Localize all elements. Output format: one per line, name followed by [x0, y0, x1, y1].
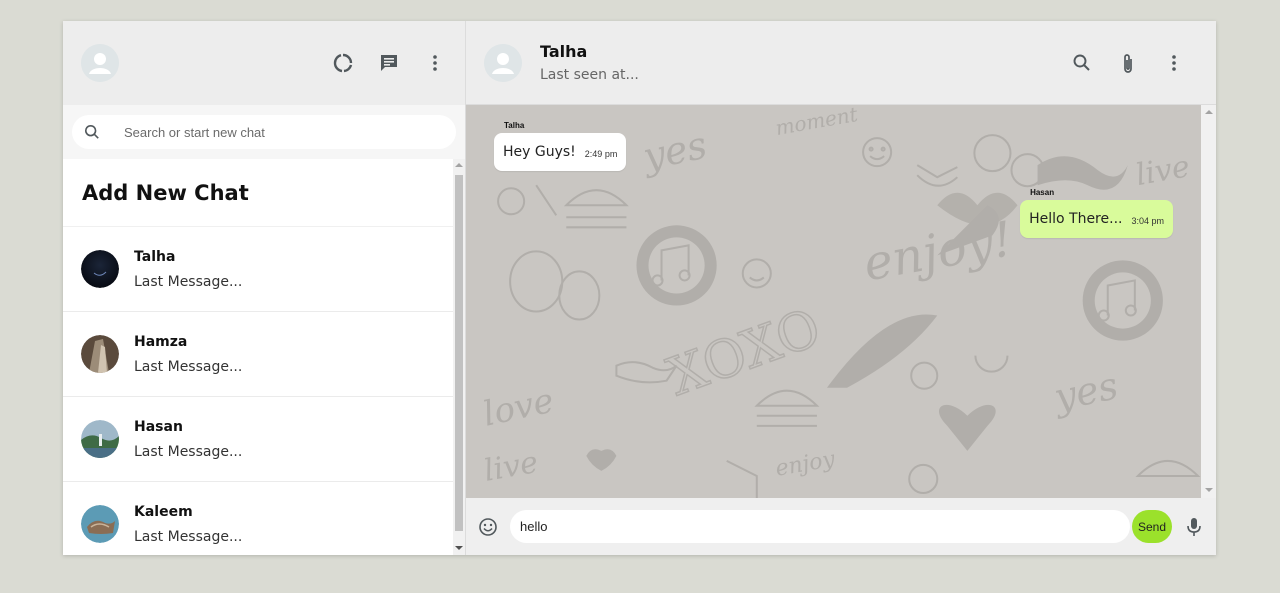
message-sender: Talha [504, 121, 525, 130]
svg-text:yes: yes [637, 123, 710, 180]
svg-text:yes: yes [1048, 363, 1121, 420]
avatar [81, 420, 119, 458]
sidebar-header-icons [331, 51, 447, 75]
add-new-chat-label: Add New Chat [82, 180, 249, 205]
attachment-icon[interactable] [1116, 51, 1140, 75]
svg-text:enjoy!: enjoy! [859, 211, 1016, 292]
message-time: 2:49 pm [584, 148, 618, 159]
contact-avatar[interactable] [484, 43, 522, 82]
svg-text:XOXO: XOXO [660, 298, 828, 408]
chat-info: Kaleem Last Message... [134, 504, 242, 545]
sidebar: Add New Chat Talha Last Message... [63, 21, 466, 555]
chat-item-hamza[interactable]: Hamza Last Message... [63, 312, 453, 397]
chat-list: Add New Chat Talha Last Message... Hamza… [63, 159, 453, 555]
messages-container: yes enjoy! XOXO yes love live live momen… [466, 105, 1216, 498]
message-text: Hello There... [1029, 211, 1123, 227]
chat-name: Hamza [134, 333, 188, 350]
svg-text:live: live [481, 445, 540, 489]
contact-status: Last seen at... [540, 67, 639, 83]
chat-list-container: Add New Chat Talha Last Message... Hamza… [63, 159, 465, 555]
new-chat-icon[interactable] [377, 51, 401, 75]
scroll-up-arrow-icon[interactable] [1205, 110, 1213, 114]
search-icon[interactable] [1070, 51, 1094, 75]
message-sent[interactable]: Hasan Hello There... 3:04 pm [1020, 188, 1173, 238]
chat-header-icons [1070, 51, 1186, 75]
messages-scrollbar[interactable] [1201, 105, 1216, 498]
search-icon [84, 124, 99, 139]
search-box [72, 115, 456, 149]
chat-info: Talha Last Message... [134, 249, 242, 290]
emoji-icon[interactable] [476, 515, 500, 539]
avatar [81, 250, 119, 288]
chat-item-talha[interactable]: Talha Last Message... [63, 227, 453, 312]
chat-item-hasan[interactable]: Hasan Last Message... [63, 397, 453, 482]
chat-info: Hamza Last Message... [134, 334, 242, 375]
svg-text:live: live [1133, 149, 1192, 193]
sidebar-header [63, 21, 465, 105]
send-button[interactable]: Send [1132, 510, 1172, 543]
app-window: Add New Chat Talha Last Message... [63, 21, 1216, 555]
avatar [81, 505, 119, 543]
more-vertical-icon[interactable] [1162, 51, 1186, 75]
scroll-down-arrow-icon[interactable] [1205, 488, 1213, 492]
more-vertical-icon[interactable] [423, 51, 447, 75]
chat-last-message: Last Message... [134, 358, 243, 375]
add-new-chat-button[interactable]: Add New Chat [63, 159, 453, 227]
chat-header-info: Talha Last seen at... [540, 42, 1070, 83]
status-icon[interactable] [331, 51, 355, 75]
microphone-icon[interactable] [1182, 515, 1206, 539]
contact-avatar-icon [484, 43, 522, 82]
message-composer: Send [466, 498, 1216, 555]
chat-list-scrollbar[interactable] [453, 159, 465, 555]
chat-name: Kaleem [134, 503, 193, 520]
chat-item-kaleem[interactable]: Kaleem Last Message... [63, 482, 453, 555]
scroll-up-arrow-icon[interactable] [455, 163, 463, 167]
search-area [63, 105, 465, 159]
chat-info: Hasan Last Message... [134, 419, 242, 460]
message-area: yes enjoy! XOXO yes love live live momen… [466, 105, 1201, 498]
avatar [81, 335, 119, 373]
message-sender: Hasan [1030, 188, 1055, 197]
svg-text:moment: moment [774, 105, 861, 140]
message-text: Hey Guys! [503, 144, 576, 160]
scroll-down-arrow-icon[interactable] [455, 546, 463, 550]
chat-pane: Talha Last seen at... yes enjoy! XOXO ye… [466, 21, 1216, 555]
chat-last-message: Last Message... [134, 528, 243, 545]
user-avatar[interactable] [81, 44, 119, 82]
chat-name: Talha [134, 248, 176, 265]
search-input[interactable] [124, 124, 444, 140]
svg-text:love: love [480, 381, 558, 435]
message-input[interactable] [510, 510, 1130, 543]
chat-name: Hasan [134, 418, 183, 435]
message-received[interactable]: Talha Hey Guys! 2:49 pm [494, 121, 627, 171]
chat-last-message: Last Message... [134, 273, 243, 290]
chat-last-message: Last Message... [134, 443, 243, 460]
message-time: 3:04 pm [1131, 215, 1164, 226]
scroll-thumb[interactable] [455, 175, 463, 531]
svg-text:enjoy: enjoy [774, 447, 838, 482]
contact-name: Talha [540, 42, 588, 61]
user-avatar-icon [81, 44, 119, 82]
chat-header: Talha Last seen at... [466, 21, 1216, 105]
